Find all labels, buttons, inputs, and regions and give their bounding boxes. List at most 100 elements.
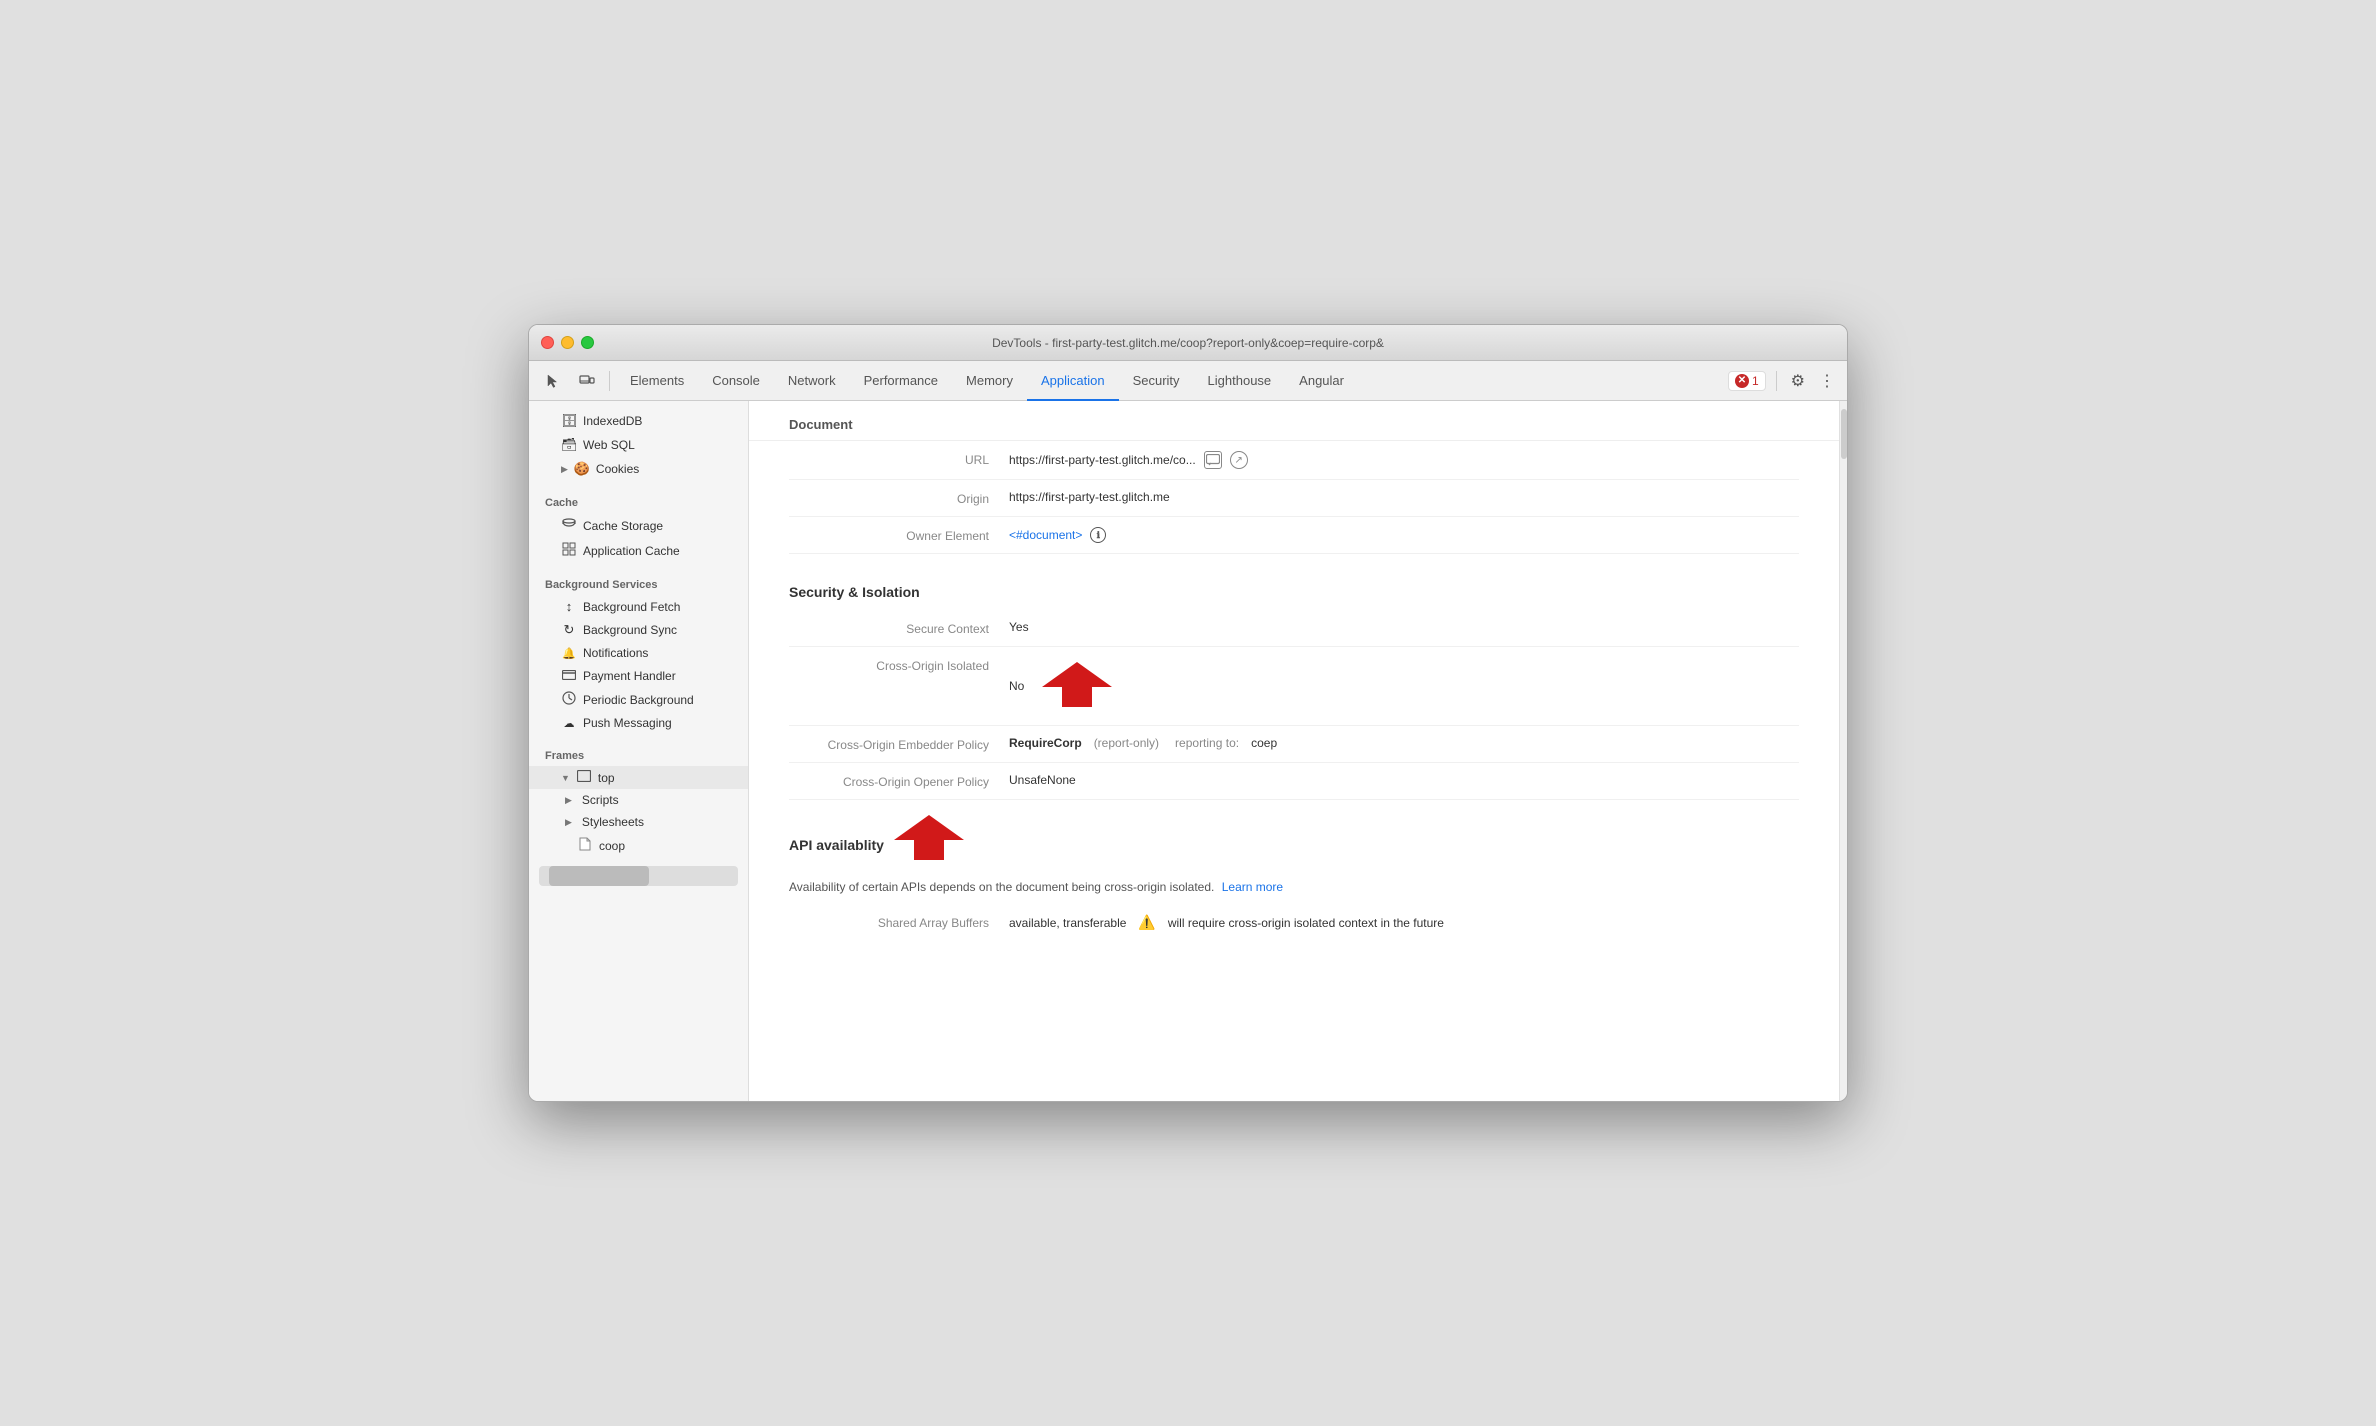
scripts-expand-icon: ▶: [565, 795, 572, 806]
api-section-desc: Availability of certain APIs depends on …: [749, 880, 1839, 904]
tab-elements[interactable]: Elements: [616, 362, 698, 401]
sidebar: 🗄 IndexedDB 🗃 Web SQL ▶ 🍪 Cookies Cache: [529, 401, 749, 1101]
url-row: URL https://first-party-test.glitch.me/c…: [789, 441, 1799, 480]
red-arrow-api: [894, 810, 964, 870]
shared-array-row: Shared Array Buffers available, transfer…: [789, 904, 1799, 941]
cursor-icon[interactable]: [537, 365, 569, 397]
document-section-header: Document: [749, 401, 1839, 441]
tab-lighthouse[interactable]: Lighthouse: [1194, 362, 1286, 401]
tab-performance[interactable]: Performance: [850, 362, 952, 401]
tab-security[interactable]: Security: [1119, 362, 1194, 401]
comment-icon[interactable]: [1204, 451, 1222, 469]
sidebar-item-bg-fetch[interactable]: ↕ Background Fetch: [529, 595, 748, 618]
settings-icon[interactable]: ⚙: [1787, 367, 1809, 395]
coep-label: Cross-Origin Embedder Policy: [789, 736, 1009, 752]
sidebar-label-indexeddb: IndexedDB: [583, 414, 642, 428]
shared-array-value: available, transferable ⚠️ will require …: [1009, 914, 1799, 931]
sidebar-item-bg-sync[interactable]: ↻ Background Sync: [529, 618, 748, 642]
link-icon[interactable]: ↗: [1230, 451, 1248, 469]
sidebar-label-bg-sync: Background Sync: [583, 623, 677, 637]
scrollbar-track[interactable]: [1839, 401, 1847, 1101]
learn-more-link[interactable]: Learn more: [1222, 880, 1283, 894]
sidebar-item-top[interactable]: ▼ top: [529, 766, 748, 789]
sidebar-label-stylesheets: Stylesheets: [582, 815, 644, 829]
more-options-icon[interactable]: ⋮: [1815, 367, 1839, 395]
security-section-title: Security & Isolation: [749, 564, 1839, 610]
cookies-icon: 🍪: [574, 461, 590, 477]
tab-network[interactable]: Network: [774, 362, 850, 401]
close-button[interactable]: [541, 336, 554, 349]
toolbar-right: ✕ 1 ⚙ ⋮: [1728, 367, 1839, 395]
main-content: Document URL https://first-party-test.gl…: [749, 401, 1839, 1101]
window-title: DevTools - first-party-test.glitch.me/co…: [992, 336, 1384, 350]
top-frame-icon: [576, 770, 592, 785]
sidebar-item-application-cache[interactable]: Application Cache: [529, 538, 748, 563]
tab-console[interactable]: Console: [698, 362, 774, 401]
stylesheets-expand-icon: ▶: [565, 817, 572, 828]
sidebar-item-stylesheets[interactable]: ▶ Stylesheets: [529, 811, 748, 833]
coop-row: Cross-Origin Opener Policy UnsafeNone: [789, 763, 1799, 800]
sidebar-item-scripts[interactable]: ▶ Scripts: [529, 789, 748, 811]
cross-origin-isolated-label: Cross-Origin Isolated: [789, 657, 1009, 673]
sidebar-label-application-cache: Application Cache: [583, 544, 680, 558]
tab-memory[interactable]: Memory: [952, 362, 1027, 401]
shared-array-warning-text: will require cross-origin isolated conte…: [1168, 916, 1444, 930]
sidebar-item-periodic-bg[interactable]: Periodic Background: [529, 687, 748, 712]
warning-icon: ⚠️: [1138, 914, 1155, 931]
error-count: 1: [1752, 374, 1759, 388]
api-desc-text: Availability of certain APIs depends on …: [789, 880, 1214, 894]
owner-element-row: Owner Element <#document> ℹ: [789, 517, 1799, 554]
secure-context-text: Yes: [1009, 620, 1029, 634]
owner-element-value: <#document> ℹ: [1009, 527, 1799, 543]
secure-context-label: Secure Context: [789, 620, 1009, 636]
secure-context-row: Secure Context Yes: [789, 610, 1799, 647]
error-badge[interactable]: ✕ 1: [1728, 371, 1766, 391]
origin-row: Origin https://first-party-test.glitch.m…: [789, 480, 1799, 517]
sidebar-item-payment-handler[interactable]: Payment Handler: [529, 664, 748, 687]
payment-handler-icon: [561, 668, 577, 683]
coop-file-icon: [577, 837, 593, 854]
tab-application[interactable]: Application: [1027, 362, 1119, 401]
url-value: https://first-party-test.glitch.me/co...…: [1009, 451, 1799, 469]
red-arrow-no: [1042, 657, 1112, 715]
minimize-button[interactable]: [561, 336, 574, 349]
api-section-title: API availablity: [789, 837, 884, 853]
sidebar-item-cookies[interactable]: ▶ 🍪 Cookies: [529, 457, 748, 481]
origin-text: https://first-party-test.glitch.me: [1009, 490, 1170, 504]
sidebar-label-websql: Web SQL: [583, 438, 635, 452]
sidebar-item-websql[interactable]: 🗃 Web SQL: [529, 433, 748, 457]
scrollbar-thumb: [1841, 409, 1847, 459]
sidebar-item-indexeddb[interactable]: 🗄 IndexedDB: [529, 409, 748, 433]
sidebar-item-coop[interactable]: coop: [529, 833, 748, 858]
bg-sync-icon: ↻: [561, 622, 577, 638]
coop-value-text: UnsafeNone: [1009, 773, 1076, 787]
devtools-toolbar: Elements Console Network Performance Mem…: [529, 361, 1847, 401]
tab-angular[interactable]: Angular: [1285, 362, 1358, 401]
sidebar-item-push-messaging[interactable]: ☁ Push Messaging: [529, 712, 748, 734]
cross-origin-isolated-text: No: [1009, 679, 1024, 693]
origin-label: Origin: [789, 490, 1009, 506]
application-cache-icon: [561, 542, 577, 559]
security-info-grid: Secure Context Yes Cross-Origin Isolated…: [749, 610, 1839, 800]
toolbar-separator: [609, 371, 610, 391]
devtools-body: 🗄 IndexedDB 🗃 Web SQL ▶ 🍪 Cookies Cache: [529, 401, 1847, 1101]
owner-element-link[interactable]: <#document>: [1009, 528, 1082, 542]
devtools-window: DevTools - first-party-test.glitch.me/co…: [528, 324, 1848, 1102]
top-expand-icon: ▼: [561, 773, 570, 783]
sidebar-item-cache-storage[interactable]: Cache Storage: [529, 513, 748, 538]
origin-value: https://first-party-test.glitch.me: [1009, 490, 1799, 504]
coep-row: Cross-Origin Embedder Policy RequireCorp…: [789, 726, 1799, 763]
coop-value: UnsafeNone: [1009, 773, 1799, 787]
maximize-button[interactable]: [581, 336, 594, 349]
cross-origin-isolated-row: Cross-Origin Isolated No: [789, 647, 1799, 726]
device-toolbar-icon[interactable]: [571, 365, 603, 397]
sidebar-label-periodic-bg: Periodic Background: [583, 693, 694, 707]
info-icon[interactable]: ℹ: [1090, 527, 1106, 543]
sidebar-item-notifications[interactable]: 🔔 Notifications: [529, 642, 748, 664]
sidebar-label-cookies: Cookies: [596, 462, 639, 476]
bg-fetch-icon: ↕: [561, 599, 577, 614]
shared-array-label: Shared Array Buffers: [789, 914, 1009, 930]
bg-services-section-label: Background Services: [529, 571, 748, 595]
coep-detail: (report-only): [1094, 736, 1159, 750]
sidebar-label-payment-handler: Payment Handler: [583, 669, 676, 683]
